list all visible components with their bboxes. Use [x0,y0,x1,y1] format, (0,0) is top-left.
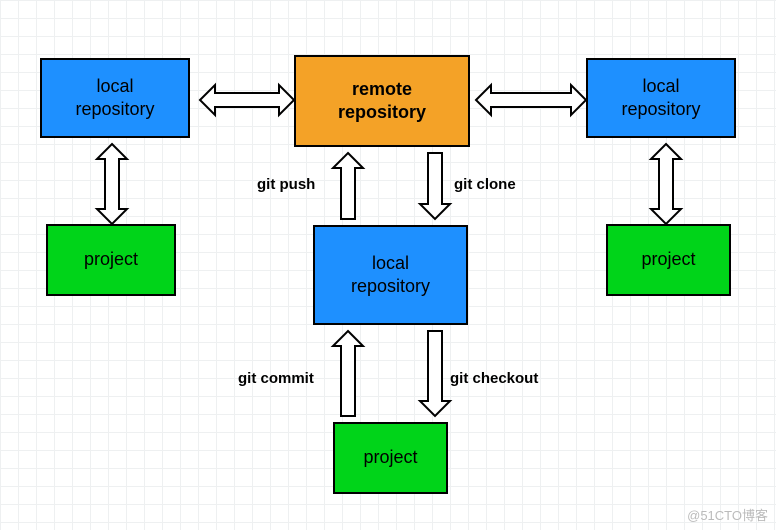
label-git-push: git push [257,176,315,193]
arrow-git-clone [420,153,450,219]
box-local-repo-mid: localrepository [313,225,468,325]
box-remote-repo: remoterepository [294,55,470,147]
box-label: localrepository [621,75,700,122]
box-project-left: project [46,224,176,296]
box-project-right: project [606,224,731,296]
label-git-commit: git commit [238,370,314,387]
box-project-mid: project [333,422,448,494]
box-local-repo-top-right: localrepository [586,58,736,138]
box-label: project [363,446,417,469]
label-git-checkout: git checkout [450,370,538,387]
box-label: project [641,248,695,271]
box-label: remoterepository [338,78,426,125]
box-label: localrepository [351,252,430,299]
arrow-git-commit [333,331,363,416]
arrow-git-checkout [420,331,450,416]
arrow-right-project [651,144,681,224]
box-label: project [84,248,138,271]
box-local-repo-top-left: localrepository [40,58,190,138]
diagram-stage: localrepository remoterepository localre… [0,0,776,530]
arrow-git-push [333,153,363,219]
arrow-right-remote [476,85,586,115]
label-git-clone: git clone [454,176,516,193]
watermark: @51CTO博客 [687,505,768,524]
arrow-left-project [97,144,127,224]
arrow-left-remote [200,85,294,115]
box-label: localrepository [75,75,154,122]
